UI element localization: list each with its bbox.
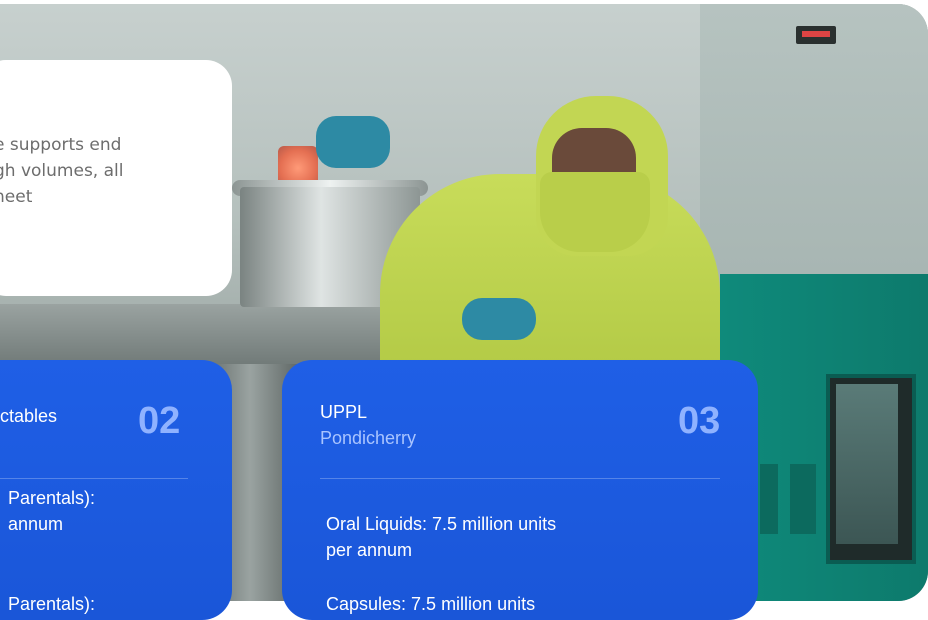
card-line: Parentals):	[8, 594, 96, 614]
card-subtitle: Pondicherry	[320, 428, 417, 448]
card-divider	[0, 478, 188, 479]
facility-card-02: ctables 02 Parentals): annum Parentals):	[0, 360, 232, 620]
card-line: Parentals):	[8, 488, 96, 508]
worker-mask	[540, 172, 650, 252]
worker-glove	[462, 298, 536, 340]
facility-card-03: UPPL Pondicherry 03 Oral Liquids: 7.5 mi…	[282, 360, 758, 620]
card-line: Oral Liquids: 7.5 million units	[326, 514, 557, 534]
photo-wall-right	[700, 4, 928, 294]
card-title: UPPL	[320, 402, 368, 422]
door-panel	[760, 464, 778, 534]
info-line: neet	[0, 187, 33, 207]
info-card-text: e supports end gh volumes, all neet	[0, 132, 224, 210]
card-divider	[320, 478, 720, 479]
wall-display	[796, 26, 836, 44]
card-number: 02	[138, 400, 181, 442]
info-line: gh volumes, all	[0, 161, 124, 181]
card-line: per annum	[326, 540, 413, 560]
door-window-glass	[836, 384, 898, 544]
card-line: Capsules: 7.5 million units	[326, 594, 536, 614]
card-number: 03	[678, 400, 721, 442]
card-title: ctables	[0, 406, 58, 426]
card-line: annum	[8, 514, 64, 534]
info-line: e supports end	[0, 135, 122, 155]
door-panel	[790, 464, 816, 534]
worker-glove	[316, 116, 390, 168]
